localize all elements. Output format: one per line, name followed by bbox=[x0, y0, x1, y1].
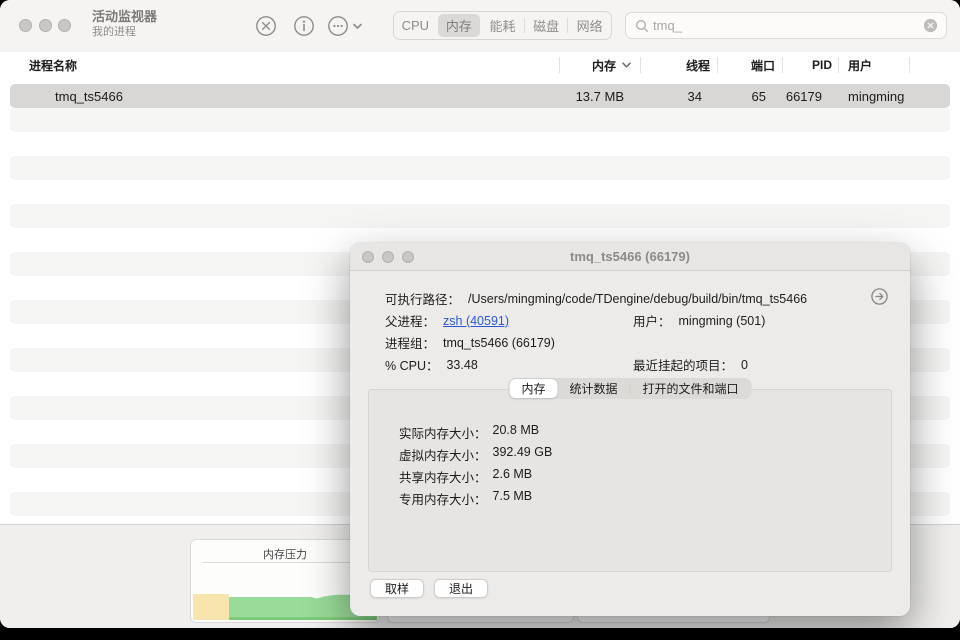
table-row-selected[interactable]: tmq_ts5466 13.7 MB 34 65 66179 mingming bbox=[10, 84, 950, 108]
column-header-ports[interactable]: 端口 bbox=[751, 52, 775, 78]
column-divider bbox=[717, 57, 718, 73]
column-divider bbox=[782, 57, 783, 73]
clear-search-icon[interactable] bbox=[923, 18, 938, 33]
quit-process-icon[interactable] bbox=[254, 14, 278, 38]
search-input[interactable] bbox=[649, 18, 923, 33]
tab-energy[interactable]: 能耗 bbox=[481, 13, 524, 38]
user-label: 用户： bbox=[633, 311, 671, 330]
popup-titlebar: tmq_ts5466 (66179) bbox=[350, 243, 910, 271]
reveal-in-finder-icon[interactable] bbox=[871, 288, 888, 305]
table-header: 进程名称 内存 线程 端口 PID 用户 bbox=[0, 52, 960, 79]
stat-value: 20.8 MB bbox=[493, 423, 540, 442]
process-group-label: 进程组： bbox=[385, 333, 435, 352]
column-header-pid[interactable]: PID bbox=[812, 52, 832, 78]
column-header-name[interactable]: 进程名称 bbox=[29, 52, 77, 78]
process-detail-window: tmq_ts5466 (66179) 可执行路径： /Users/mingmin… bbox=[350, 243, 910, 616]
stat-label: 共享内存大小： bbox=[399, 467, 487, 486]
process-group-value: tmq_ts5466 (66179) bbox=[443, 336, 555, 350]
sample-button[interactable]: 取样 bbox=[370, 579, 424, 598]
detail-tab-statistics[interactable]: 统计数据 bbox=[557, 379, 629, 398]
hangs-row: 最近挂起的项目： 0 bbox=[633, 355, 748, 374]
close-button[interactable] bbox=[19, 19, 32, 32]
stat-label: 实际内存大小： bbox=[399, 423, 487, 442]
cell-process-name: tmq_ts5466 bbox=[55, 84, 123, 108]
column-header-user[interactable]: 用户 bbox=[848, 52, 872, 78]
user-value: mingming (501) bbox=[679, 314, 766, 328]
cell-memory: 13.7 MB bbox=[576, 84, 624, 108]
cell-user: mingming bbox=[848, 84, 904, 108]
stat-shared-memory: 共享内存大小： 2.6 MB bbox=[399, 467, 532, 486]
column-divider bbox=[838, 57, 839, 73]
empty-row bbox=[10, 108, 950, 132]
sort-descending-icon bbox=[621, 61, 632, 69]
view-segmented-control: CPU 内存 能耗 磁盘 网络 bbox=[393, 11, 612, 40]
quit-button[interactable]: 退出 bbox=[434, 579, 488, 598]
parent-process-row: 父进程： zsh (40591) bbox=[385, 311, 509, 330]
zoom-button[interactable] bbox=[58, 19, 71, 32]
empty-row bbox=[10, 204, 950, 228]
stat-virtual-memory: 虚拟内存大小： 392.49 GB bbox=[399, 445, 552, 464]
column-divider bbox=[909, 57, 910, 73]
tab-memory[interactable]: 内存 bbox=[438, 14, 481, 37]
detail-tab-bar: 内存 统计数据 打开的文件和端口 bbox=[508, 378, 751, 399]
popup-title: tmq_ts5466 (66179) bbox=[350, 249, 910, 264]
tab-disk[interactable]: 磁盘 bbox=[525, 13, 568, 38]
exec-path-row: 可执行路径： /Users/mingming/code/TDengine/deb… bbox=[385, 289, 807, 308]
toolbar: 活动监视器 我的进程 CPU 内存 能耗 磁盘 网络 bbox=[0, 0, 960, 53]
hangs-value: 0 bbox=[741, 358, 748, 372]
stat-value: 392.49 GB bbox=[493, 445, 553, 464]
column-header-memory[interactable]: 内存 bbox=[592, 52, 632, 78]
cell-ports: 65 bbox=[752, 84, 766, 108]
cell-pid: 66179 bbox=[786, 84, 822, 108]
cell-threads: 34 bbox=[688, 84, 702, 108]
detail-tab-open-files[interactable]: 打开的文件和端口 bbox=[631, 379, 751, 398]
column-header-memory-label: 内存 bbox=[592, 57, 616, 74]
exec-path-value: /Users/mingming/code/TDengine/debug/buil… bbox=[468, 292, 807, 306]
parent-process-link[interactable]: zsh (40591) bbox=[443, 314, 509, 328]
hangs-label: 最近挂起的项目： bbox=[633, 355, 733, 374]
cpu-value: 33.48 bbox=[446, 358, 477, 372]
memory-pressure-divider bbox=[203, 562, 367, 563]
title-block: 活动监视器 我的进程 bbox=[92, 9, 157, 39]
stat-value: 2.6 MB bbox=[493, 467, 533, 486]
window-subtitle: 我的进程 bbox=[92, 25, 157, 39]
stat-label: 虚拟内存大小： bbox=[399, 445, 487, 464]
inspect-icon[interactable] bbox=[292, 14, 316, 38]
tab-cpu[interactable]: CPU bbox=[394, 13, 437, 38]
exec-path-label: 可执行路径： bbox=[385, 289, 460, 308]
empty-row bbox=[10, 156, 950, 180]
tab-network[interactable]: 网络 bbox=[568, 13, 611, 38]
stat-label: 专用内存大小： bbox=[399, 489, 487, 508]
column-divider bbox=[640, 57, 641, 73]
stat-private-memory: 专用内存大小： 7.5 MB bbox=[399, 489, 532, 508]
minimize-button[interactable] bbox=[39, 19, 52, 32]
stat-real-memory: 实际内存大小： 20.8 MB bbox=[399, 423, 539, 442]
stat-value: 7.5 MB bbox=[493, 489, 533, 508]
window-title: 活动监视器 bbox=[92, 9, 157, 25]
column-header-threads[interactable]: 线程 bbox=[686, 52, 710, 78]
search-field[interactable] bbox=[625, 12, 947, 39]
search-icon bbox=[635, 19, 649, 33]
detail-content-panel: 实际内存大小： 20.8 MB 虚拟内存大小： 392.49 GB 共享内存大小… bbox=[368, 389, 892, 572]
detail-tab-memory[interactable]: 内存 bbox=[509, 379, 557, 398]
process-group-row: 进程组： tmq_ts5466 (66179) bbox=[385, 333, 555, 352]
parent-process-label: 父进程： bbox=[385, 311, 435, 330]
screen: 活动监视器 我的进程 CPU 内存 能耗 磁盘 网络 bbox=[0, 0, 960, 640]
user-row: 用户： mingming (501) bbox=[633, 311, 765, 330]
cpu-label: % CPU： bbox=[385, 355, 438, 374]
column-divider bbox=[559, 57, 560, 73]
more-options-icon[interactable] bbox=[326, 14, 350, 38]
cpu-row: % CPU： 33.48 bbox=[385, 355, 478, 374]
